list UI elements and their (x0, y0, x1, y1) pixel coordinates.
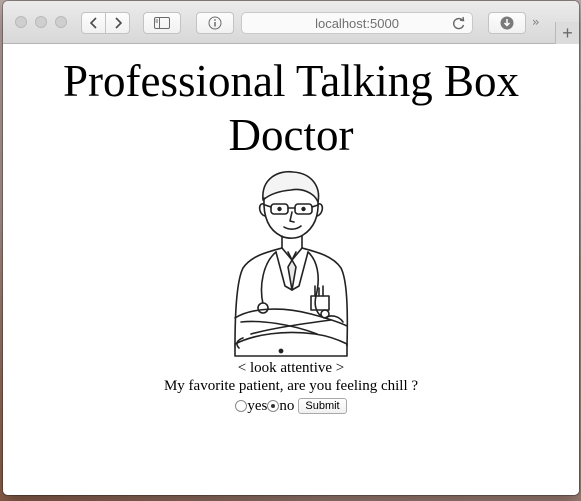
page-content: Professional Talking Box Doctor < look a… (3, 44, 579, 495)
minimize-window-button[interactable] (35, 16, 47, 28)
submit-button[interactable]: Submit (298, 398, 347, 414)
new-tab-button[interactable]: + (555, 22, 579, 44)
address-text: localhost:5000 (315, 15, 399, 31)
back-button[interactable] (81, 12, 106, 34)
doctor-caption: < look attentive > (237, 360, 345, 376)
yes-label: yes (247, 398, 268, 414)
answer-form: yes no Submit (3, 396, 579, 416)
reload-icon[interactable] (452, 15, 466, 34)
yes-radio[interactable] (235, 400, 248, 412)
no-radio[interactable] (267, 400, 280, 412)
chevron-left-icon (89, 17, 97, 29)
sidebar-button[interactable] (143, 12, 181, 34)
zoom-window-button[interactable] (55, 16, 67, 28)
doctor-illustration (234, 170, 349, 357)
browser-window: localhost:5000 ›› + Professional Talking… (3, 1, 579, 495)
site-info-button[interactable] (196, 12, 234, 34)
forward-button[interactable] (105, 12, 130, 34)
close-window-button[interactable] (15, 16, 27, 28)
no-label: no (279, 398, 295, 414)
page-title: Professional Talking Box Doctor (63, 56, 519, 160)
browser-toolbar: localhost:5000 ›› + (3, 1, 579, 44)
sidebar-icon (154, 17, 170, 29)
downloads-button[interactable] (488, 12, 526, 34)
address-bar[interactable]: localhost:5000 (241, 12, 473, 34)
chevron-right-icon (114, 17, 122, 29)
overflow-chevron-icon[interactable]: ›› (532, 15, 539, 29)
question-text: My favorite patient, are you feeling chi… (163, 378, 419, 394)
download-icon (500, 16, 514, 30)
info-icon (208, 16, 222, 30)
